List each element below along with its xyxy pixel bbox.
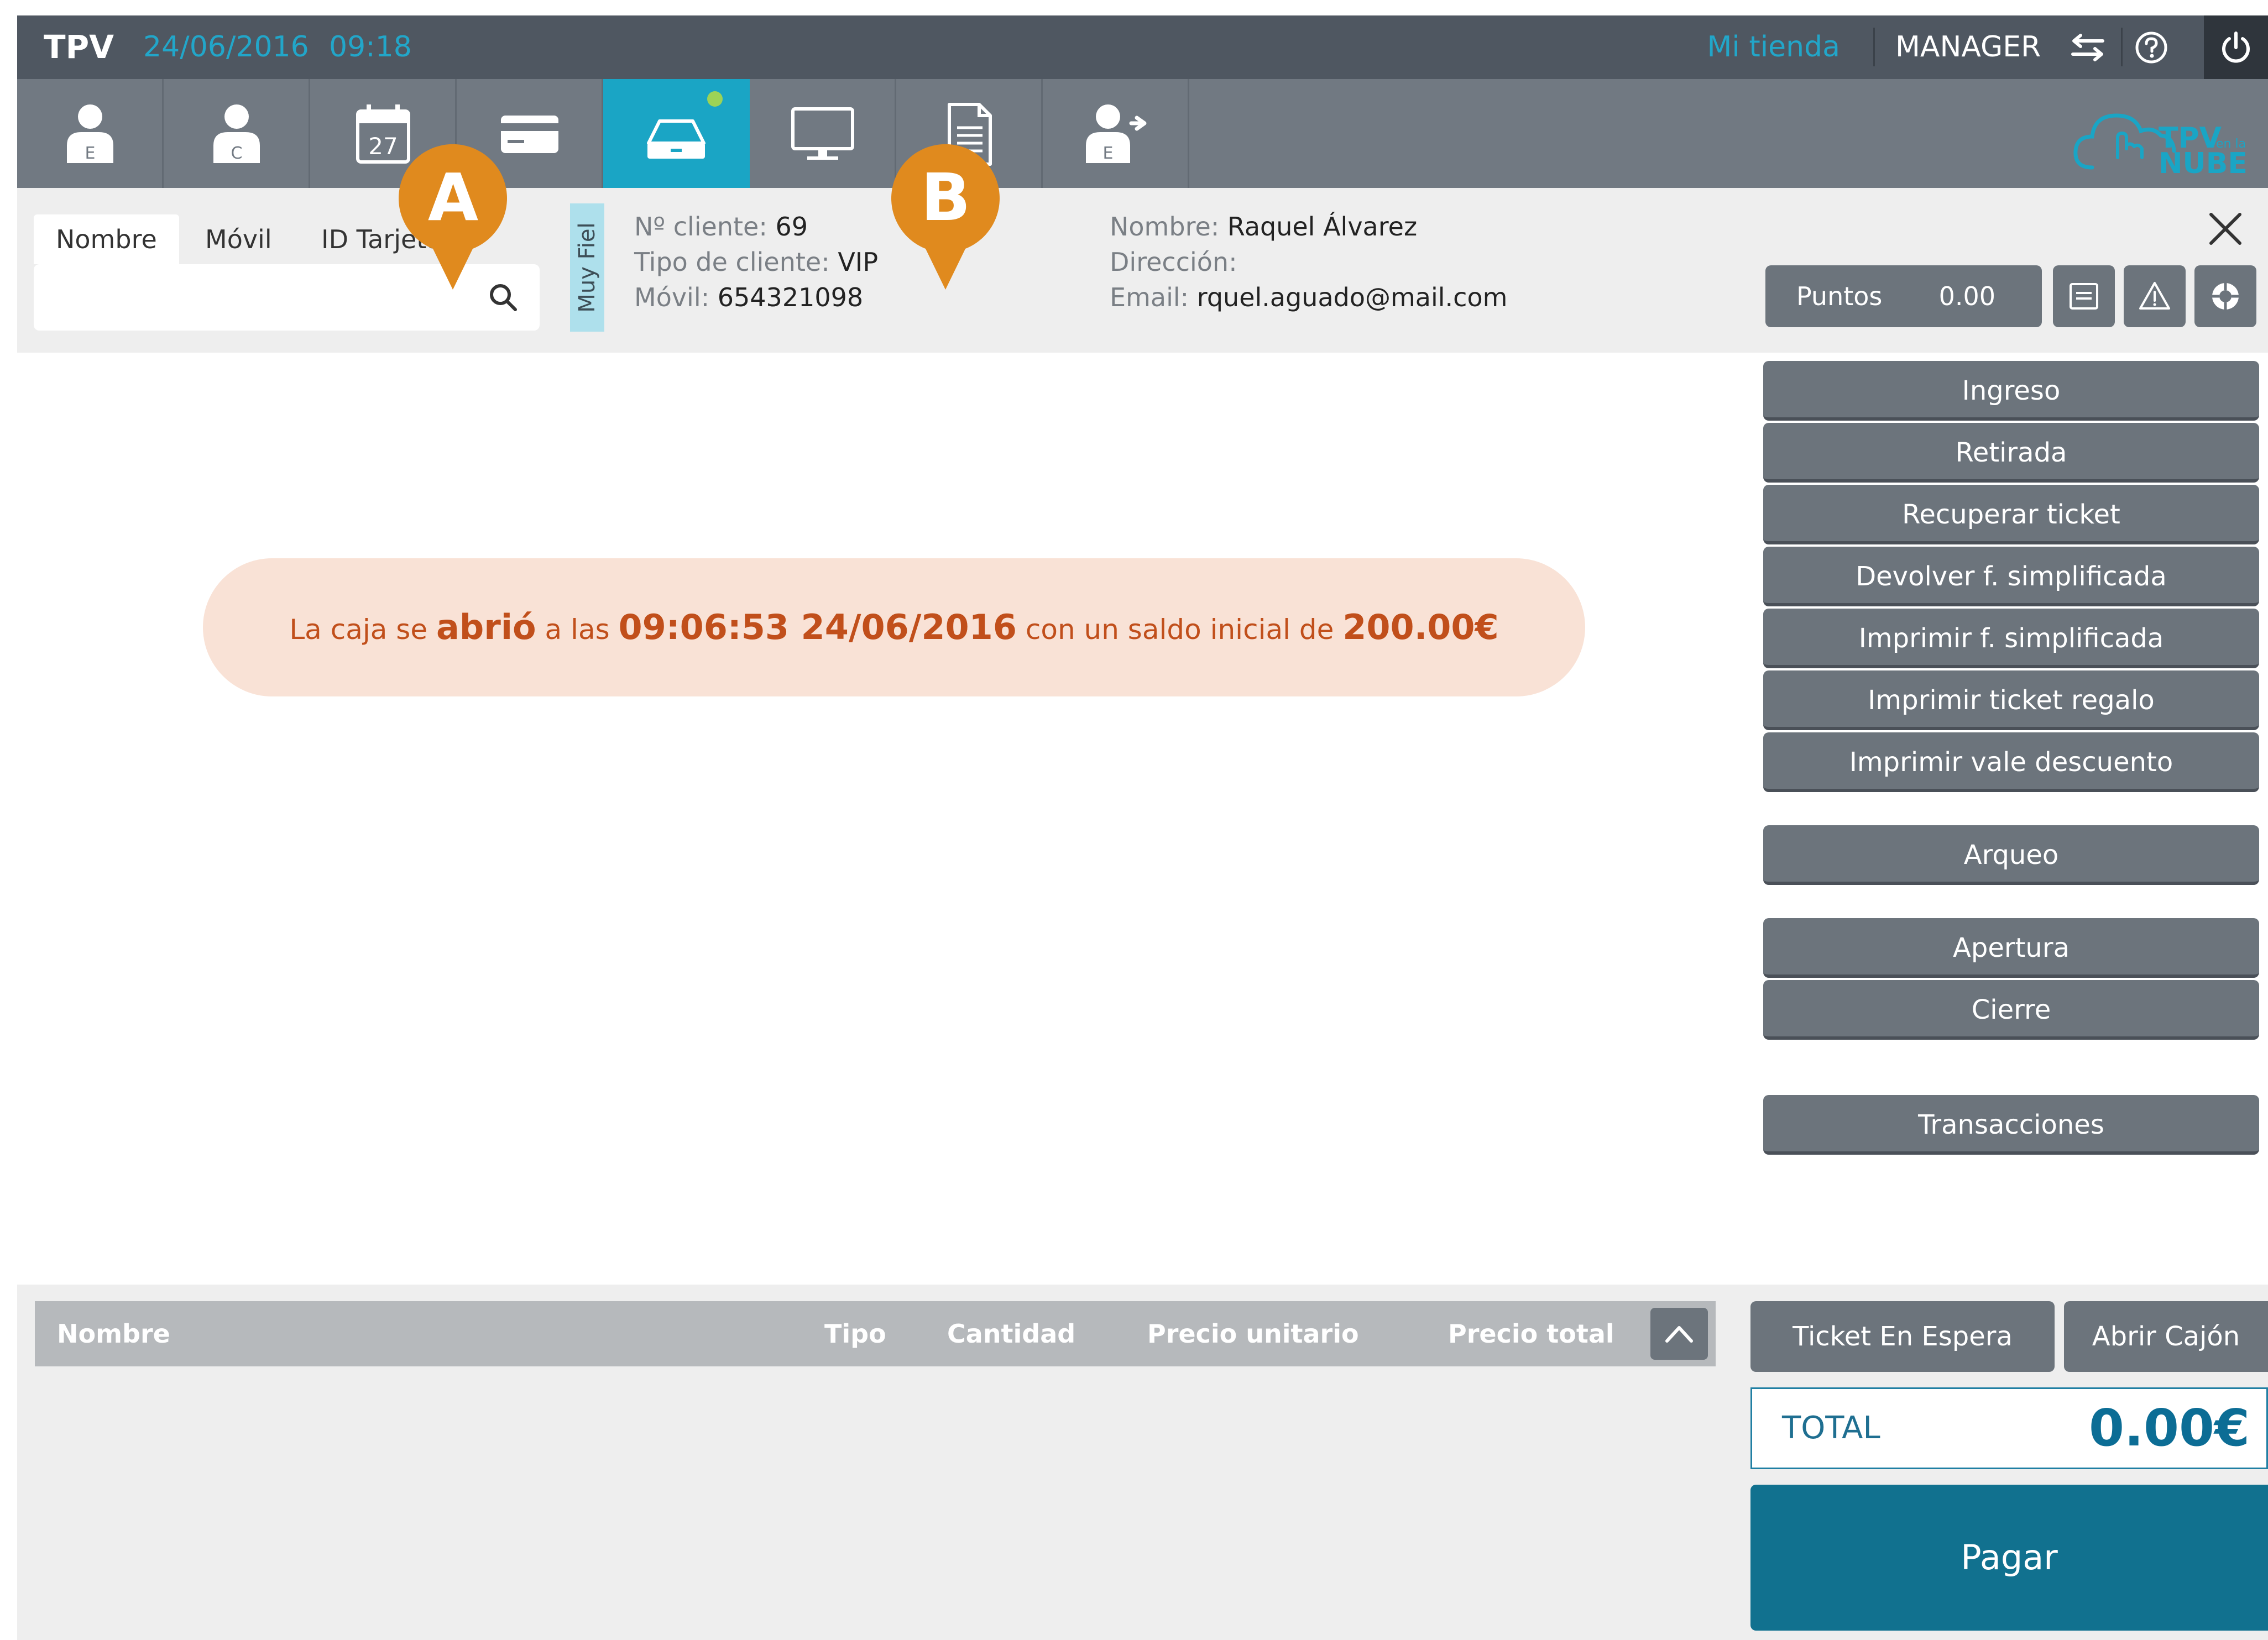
warning-icon (2139, 282, 2170, 310)
store-link[interactable]: Mi tienda (1707, 15, 1841, 79)
ticket-en-espera-button[interactable]: Ticket En Espera (1750, 1301, 2055, 1372)
current-date: 24/06/2016 (143, 30, 309, 64)
points-value: 0.00 (1938, 281, 1995, 311)
col-tipo: Tipo (824, 1319, 886, 1349)
svg-text:NUBE: NUBE (2159, 147, 2247, 179)
points-label: Puntos (1796, 281, 1883, 311)
divider (2121, 28, 2123, 66)
svg-text:27: 27 (368, 133, 398, 160)
monitor-icon (791, 107, 854, 160)
ingreso-button[interactable]: Ingreso (1763, 361, 2259, 421)
customer-mobile: Móvil: 654321098 (634, 282, 864, 312)
status-dot (707, 91, 723, 107)
ticket-table-header: Nombre Tipo Cantidad Precio unitario Pre… (35, 1301, 1716, 1366)
svg-text:C: C (231, 144, 243, 163)
warning-button[interactable] (2124, 265, 2186, 327)
customer-address: Dirección: (1110, 247, 1237, 277)
customer-module-button[interactable]: C (164, 79, 310, 188)
search-tab-movil[interactable]: Móvil (183, 214, 294, 264)
help-icon[interactable] (2135, 31, 2168, 64)
points-button[interactable]: Puntos 0.00 (1765, 265, 2042, 327)
power-icon (2222, 32, 2250, 63)
module-toolbar: E C 27 E TPV en la NUBE (17, 79, 2268, 188)
notes-icon (2070, 283, 2098, 310)
switch-user-icon[interactable] (2068, 33, 2107, 62)
imprimir-vale-button[interactable]: Imprimir vale descuento (1763, 732, 2259, 792)
top-bar: TPV 24/06/2016 09:18 Mi tienda MANAGER (17, 15, 2268, 79)
cash-drawer-module-button[interactable] (603, 79, 750, 188)
apertura-button[interactable]: Apertura (1763, 918, 2259, 978)
total-label: TOTAL (1782, 1410, 1880, 1446)
imprimir-ticket-regalo-button[interactable]: Imprimir ticket regalo (1763, 670, 2259, 730)
marker-a: A (396, 140, 510, 295)
loyalty-badge: Muy Fiel (570, 203, 604, 332)
retirada-button[interactable]: Retirada (1763, 423, 2259, 483)
customer-type: Tipo de cliente: VIP (634, 247, 879, 277)
col-nombre: Nombre (57, 1319, 170, 1349)
recuperar-ticket-button[interactable]: Recuperar ticket (1763, 485, 2259, 544)
pos-app: TPV 24/06/2016 09:18 Mi tienda MANAGER E… (17, 15, 2268, 1640)
col-precio-total: Precio total (1448, 1319, 1614, 1349)
chevron-up-icon (1665, 1326, 1693, 1343)
svg-text:E: E (85, 144, 96, 163)
total-display: TOTAL 0.00€ (1750, 1387, 2268, 1469)
ticket-area: Nombre Tipo Cantidad Precio unitario Pre… (17, 1285, 2268, 1640)
monitor-module-button[interactable] (750, 79, 896, 188)
customer-panel: Nombre Móvil ID Tarjeta Muy Fiel Nº clie… (17, 188, 2268, 353)
logout-button[interactable] (2204, 15, 2268, 79)
marker-b: B (889, 140, 1002, 295)
employee-icon: E (67, 104, 113, 163)
customer-icon: C (213, 104, 260, 163)
cash-opened-message: La caja se abrió a las 09:06:53 24/06/20… (203, 558, 1585, 696)
customer-number: Nº cliente: 69 (634, 212, 808, 242)
total-value: 0.00€ (2088, 1398, 2250, 1458)
support-icon (2212, 283, 2239, 310)
customer-email: Email: rquel.aguado@mail.com (1110, 282, 1508, 312)
col-precio-unitario: Precio unitario (1147, 1319, 1359, 1349)
cash-drawer-icon (647, 119, 706, 159)
notes-button[interactable] (2053, 265, 2115, 327)
employee-exit-icon: E (1086, 104, 1147, 163)
divider (1873, 28, 1875, 66)
transacciones-button[interactable]: Transacciones (1763, 1095, 2259, 1155)
support-button[interactable] (2194, 265, 2256, 327)
customer-name: Nombre: Raquel Álvarez (1110, 212, 1418, 242)
imprimir-factura-button[interactable]: Imprimir f. simplificada (1763, 609, 2259, 668)
employee-module-button[interactable]: E (17, 79, 164, 188)
current-time: 09:18 (329, 30, 412, 64)
devolver-factura-button[interactable]: Devolver f. simplificada (1763, 547, 2259, 606)
pagar-button[interactable]: Pagar (1750, 1485, 2268, 1631)
search-tab-nombre[interactable]: Nombre (34, 214, 179, 264)
current-user[interactable]: MANAGER (1895, 15, 2041, 79)
abrir-cajon-button[interactable]: Abrir Cajón (2064, 1301, 2268, 1372)
loyalty-label: Muy Fiel (574, 222, 600, 313)
tpv-nube-logo: TPV en la NUBE (2073, 113, 2247, 179)
employee-exit-module-button[interactable]: E (1043, 79, 1189, 188)
svg-text:E: E (1103, 144, 1114, 163)
expand-table-button[interactable] (1650, 1308, 1708, 1360)
close-icon[interactable] (2207, 210, 2244, 248)
cierre-button[interactable]: Cierre (1763, 980, 2259, 1040)
arqueo-button[interactable]: Arqueo (1763, 825, 2259, 885)
col-cantidad: Cantidad (947, 1319, 1076, 1349)
app-brand: TPV (44, 28, 114, 66)
